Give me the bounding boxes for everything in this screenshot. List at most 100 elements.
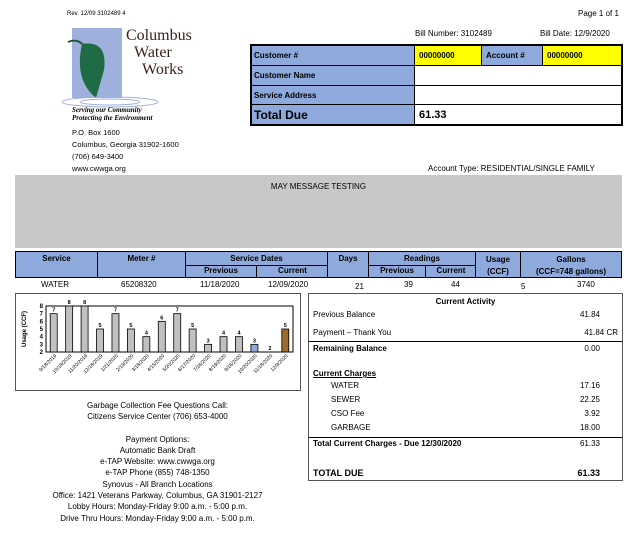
account-info-table: Customer # 00000000 Account # 00000000 C…	[250, 44, 623, 126]
header-gallons: Gallons (CCF=748 gallons)	[521, 252, 621, 277]
footer-line: e-TAP Phone (855) 748-1350	[105, 468, 210, 478]
bar	[235, 336, 243, 353]
footer-line: Citizens Service Center (706) 653-4000	[87, 412, 228, 422]
service-table-header: Service Meter # Service Dates Previous C…	[15, 251, 622, 278]
y-tick-label: 2	[40, 350, 44, 356]
data-label: 5	[191, 323, 194, 329]
bar	[157, 320, 166, 353]
prev-balance-label: Previous Balance	[313, 310, 376, 319]
usage-label: Usage	[485, 255, 510, 264]
header-days: Days	[328, 252, 369, 277]
footer-info: Garbage Collection Fee Questions Call: Ci…	[15, 400, 300, 524]
service-row: WATER 65208320 11/18/2020 12/09/2020 21 …	[15, 280, 622, 292]
data-label: 5	[284, 323, 287, 329]
customer-number: 00000000	[415, 46, 482, 65]
data-label: 8	[83, 300, 86, 306]
footer-line: Drive Thru Hours: Monday-Friday 9:00 a.m…	[60, 513, 255, 523]
header-usage: Usage (CCF)	[476, 252, 521, 277]
usage-chart-svg: 2345678Usage (CCF)79/18/2019810/18/20198…	[22, 300, 294, 375]
bar	[96, 328, 104, 353]
message-box: MAY MESSAGE TESTING	[15, 175, 622, 248]
service-address-label: Service Address	[252, 86, 415, 104]
charge-label: GARBAGE	[331, 423, 371, 432]
current-reading: 44	[451, 280, 460, 289]
account-number-label: Account #	[482, 46, 543, 65]
bar	[250, 343, 259, 353]
activity-title: Current Activity	[435, 297, 496, 306]
charge-label: CSO Fee	[331, 409, 365, 418]
customer-name-label: Customer Name	[252, 66, 415, 85]
bar	[111, 313, 120, 353]
footer-line: Synovus - All Branch Locations	[102, 479, 213, 489]
footer-line: Payment Options:	[125, 434, 190, 444]
data-label: 4	[145, 331, 149, 337]
logo-line: Columbus	[126, 27, 192, 44]
bar	[204, 343, 212, 353]
data-label: 3	[207, 338, 210, 344]
footer-line: e-TAP Website: www.cwwga.org	[100, 457, 215, 467]
bar	[127, 328, 135, 353]
total-due: 61.33	[577, 468, 600, 478]
charge-label: SEWER	[331, 395, 361, 404]
charge-value: 22.25	[579, 395, 600, 404]
prev-balance: 41.84	[579, 310, 600, 319]
website[interactable]: www.cwwga.org	[72, 163, 179, 175]
header-dates-label: Service Dates	[230, 254, 283, 263]
header-readings-label: Readings	[403, 254, 440, 263]
total-due-label: TOTAL DUE	[313, 468, 364, 478]
revision-code: Rev. 12/09 3102489 4	[67, 11, 126, 17]
usage-chart: 2 3 4 5 6 7 8 Usage (CCF) 7 9/18/2019 8 10/18/2019 8…	[15, 293, 301, 391]
usage-unit: (CCF)	[487, 267, 509, 276]
charge-label: WATER	[331, 381, 359, 390]
bar	[49, 313, 58, 353]
data-label: 8	[68, 300, 71, 306]
bar	[188, 328, 197, 353]
charges-title: Current Charges	[313, 369, 377, 378]
data-label: 2	[268, 346, 271, 352]
remaining-label: Remaining Balance	[313, 344, 387, 353]
address-line: P.O. Box 1600	[72, 128, 120, 137]
data-label: 4	[237, 331, 241, 337]
gallons: 3740	[577, 280, 595, 289]
data-label: 7	[52, 308, 55, 314]
days: 21	[355, 282, 364, 291]
current-activity-panel: Current Activity Previous Balance 41.84 P…	[308, 293, 623, 481]
gallons-label: Gallons	[556, 255, 586, 264]
footer-line	[15, 423, 300, 434]
bar	[142, 336, 151, 353]
y-tick-label: 5	[40, 327, 44, 333]
service-type: WATER	[41, 280, 69, 289]
message-text: MAY MESSAGE TESTING	[270, 182, 367, 191]
current-date: 12/09/2020	[268, 280, 309, 289]
y-tick-label: 3	[40, 342, 44, 348]
data-label: 5	[99, 323, 102, 329]
previous-reading: 39	[404, 280, 413, 289]
charge-row: WATER 17.16	[313, 381, 618, 390]
total-current: 61.33	[579, 439, 600, 448]
bar	[173, 313, 182, 353]
charge-row: GARBAGE 18.00	[313, 423, 618, 432]
data-label: 7	[176, 308, 179, 314]
tagline: Protecting the Environment	[72, 114, 153, 122]
page-number: Page 1 of 1	[578, 9, 619, 18]
y-axis-label: Usage (CCF)	[22, 311, 28, 347]
charge-value: 17.16	[579, 381, 600, 390]
footer-line: Garbage Collection Fee Questions Call:	[87, 401, 228, 410]
bar	[65, 305, 74, 353]
y-tick-label: 7	[40, 312, 44, 318]
header-cur-date: Current	[257, 265, 328, 278]
data-label: 7	[114, 308, 117, 314]
footer-line: Automatic Bank Draft	[119, 445, 196, 455]
gallons-unit: (CCF=748 gallons)	[535, 267, 606, 276]
company-logo: Columbus Water Works Serving our Communi…	[60, 22, 220, 122]
data-label: 4	[222, 331, 226, 337]
header-meter: Meter #	[98, 252, 186, 277]
tagline: Serving our Community	[72, 106, 142, 114]
customer-number-label: Customer #	[252, 46, 415, 65]
footer-line: Office: 1421 Veterans Parkway, Columbus,…	[52, 491, 263, 501]
header-prev-read: Previous	[369, 265, 426, 278]
bar	[219, 336, 228, 353]
payment: 41.84 CR	[584, 328, 618, 337]
total-due-label: Total Due	[252, 105, 415, 124]
bill-date: Bill Date: 12/9/2020	[540, 29, 610, 38]
